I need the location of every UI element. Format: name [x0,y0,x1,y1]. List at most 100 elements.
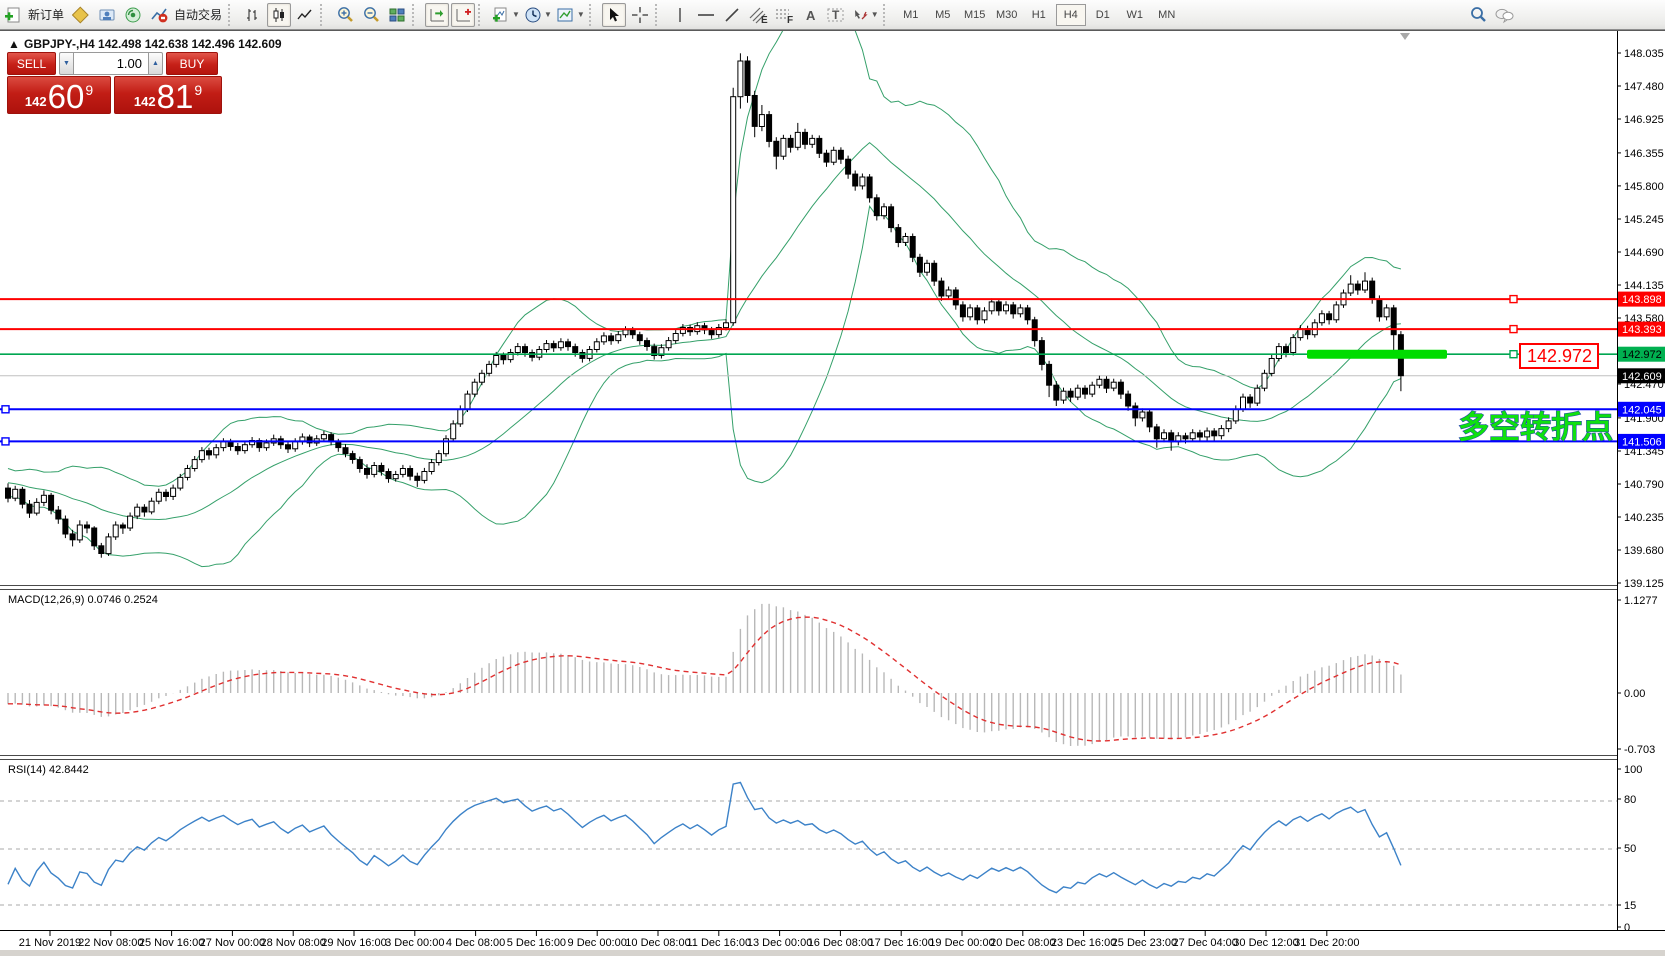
price-tag-callout[interactable]: 142.972 [1520,344,1598,368]
label-tool-letter: T [832,8,840,22]
tf-m15[interactable]: M15 [960,4,990,26]
fibonacci-tool-letter: F [787,15,793,24]
templates-button[interactable]: ▼ [555,3,586,27]
buy-button[interactable]: BUY [166,52,218,75]
tile-windows-button[interactable] [385,3,409,27]
crosshair-tool-button[interactable] [628,3,652,27]
svg-text:10 Dec 08:00: 10 Dec 08:00 [625,937,690,949]
tf-d1[interactable]: D1 [1088,4,1118,26]
svg-text:11 Dec 16:00: 11 Dec 16:00 [686,937,751,949]
svg-text:17 Dec 16:00: 17 Dec 16:00 [868,937,933,949]
svg-text:146.355: 146.355 [1624,148,1664,160]
zoom-in-button[interactable] [333,3,357,27]
new-order-button[interactable] [1,3,25,27]
svg-text:23 Dec 16:00: 23 Dec 16:00 [1051,937,1116,949]
svg-text:141.506: 141.506 [1622,436,1662,448]
svg-text:144.690: 144.690 [1624,247,1664,259]
svg-text:143.898: 143.898 [1622,294,1662,306]
turning-point-annotation[interactable]: 多空转折点 [1458,410,1613,445]
tf-h1[interactable]: H1 [1024,4,1054,26]
rsi-axis-label: 50 [1624,843,1636,855]
indicators-button[interactable]: ▼ [491,3,521,27]
volume-input[interactable] [74,52,148,75]
svg-text:16 Dec 08:00: 16 Dec 08:00 [808,937,873,949]
rsi-label: RSI(14) 42.8442 [8,764,89,776]
zoom-out-button[interactable] [359,3,383,27]
macd-label: MACD(12,26,9) 0.0746 0.2524 [8,594,158,606]
chat-icon[interactable] [1492,3,1516,27]
auto-trading-label[interactable]: 自动交易 [174,6,222,23]
toolbar-grip [655,4,665,26]
toolbar: 新订单 自动交易 [0,0,1665,30]
svg-text:5 Dec 16:00: 5 Dec 16:00 [507,937,566,949]
svg-text:144.135: 144.135 [1624,280,1664,292]
svg-text:27 Nov 00:00: 27 Nov 00:00 [200,937,265,949]
horizontal-line-tool-button[interactable] [694,3,718,27]
svg-text:25 Dec 23:00: 25 Dec 23:00 [1112,937,1177,949]
svg-text:9 Dec 00:00: 9 Dec 00:00 [568,937,627,949]
line-chart-mode-button[interactable] [293,3,317,27]
buy-price-button[interactable]: 142 81 9 [114,76,222,114]
svg-text:30 Dec 12:00: 30 Dec 12:00 [1233,937,1298,949]
tf-mn[interactable]: MN [1152,4,1182,26]
sell-price-big: 60 [48,83,85,111]
profiles-icon[interactable] [69,3,93,27]
signals-icon[interactable] [121,3,145,27]
channel-tool-button[interactable]: E [746,3,770,27]
candlestick-mode-button[interactable] [267,3,291,27]
mt4-terminal: 新订单 自动交易 [0,0,1665,956]
tf-m30[interactable]: M30 [992,4,1022,26]
text-tool-button[interactable]: A [798,3,822,27]
fibonacci-tool-button[interactable]: F [772,3,796,27]
toolbar-grip [883,4,893,26]
auto-scroll-button[interactable] [425,3,449,27]
new-order-label[interactable]: 新订单 [28,6,64,23]
symbol-collapse-icon[interactable]: ▲ [8,37,20,51]
tf-m1[interactable]: M1 [896,4,926,26]
svg-text:145.245: 145.245 [1624,214,1664,226]
sell-price-prefix: 142 [25,95,47,108]
svg-text:140.790: 140.790 [1624,479,1664,491]
label-tool-button[interactable]: T [824,3,848,27]
volume-up-button[interactable]: ▲ [148,52,163,75]
cursor-tool-button[interactable] [602,3,626,27]
timeframe-group: M1 M5 M15 M30 H1 H4 D1 W1 MN [895,4,1183,26]
trendline-tool-button[interactable] [720,3,744,27]
toolbar-grip [228,4,238,26]
tf-h4[interactable]: H4 [1056,4,1086,26]
svg-text:13 Dec 00:00: 13 Dec 00:00 [747,937,812,949]
price-tag-text: 142.972 [1527,346,1592,366]
svg-text:139.125: 139.125 [1624,578,1664,590]
toolbar-grip [412,4,422,26]
sell-button[interactable]: SELL [7,52,56,75]
arrows-tool-button[interactable]: ▼ [850,3,880,27]
svg-text:142.609: 142.609 [1622,371,1662,383]
search-icon[interactable] [1466,3,1490,27]
panel-backgrounds [0,31,1665,956]
one-click-trading-panel: SELL ▼ ▲ BUY 142 60 9 142 81 9 [7,52,222,114]
text-tool-letter: A [806,8,816,23]
tf-m5[interactable]: M5 [928,4,958,26]
svg-text:146.925: 146.925 [1624,114,1664,126]
bar-chart-mode-button[interactable] [241,3,265,27]
chart-canvas[interactable]: 148.035147.480146.925146.355145.800145.2… [0,30,1665,956]
svg-text:19 Dec 00:00: 19 Dec 00:00 [929,937,994,949]
macd-axis-label: 1.1277 [1624,595,1658,607]
auto-trading-icon[interactable] [147,3,171,27]
macd-axis-label: 0.00 [1624,688,1645,700]
rsi-axis-label: 80 [1624,794,1636,806]
channel-tool-letter: E [761,15,768,24]
vertical-line-tool-button[interactable] [668,3,692,27]
chart-shift-button[interactable] [451,3,475,27]
tf-w1[interactable]: W1 [1120,4,1150,26]
toolbar-grip [589,4,599,26]
sell-price-button[interactable]: 142 60 9 [7,76,111,114]
toolbar-grip [478,4,488,26]
dropdown-caret: ▼ [544,10,552,19]
svg-text:148.035: 148.035 [1624,48,1664,60]
volume-down-button[interactable]: ▼ [59,52,74,75]
dropdown-caret: ▼ [512,10,520,19]
periods-button[interactable]: ▼ [523,3,553,27]
macd-axis-label: -0.703 [1624,744,1655,756]
market-watch-icon[interactable] [95,3,119,27]
